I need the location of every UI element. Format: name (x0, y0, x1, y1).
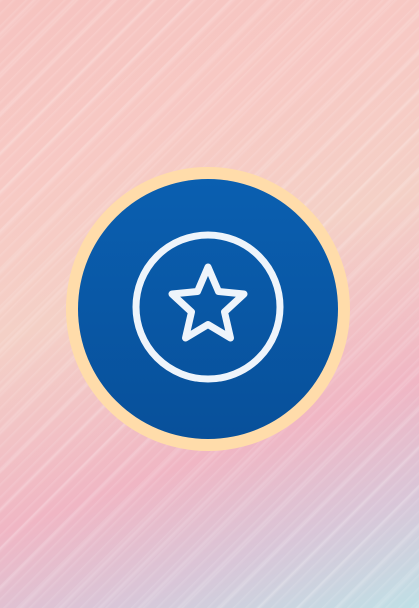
achievement-badge (66, 167, 350, 451)
badge-graphic (66, 167, 350, 451)
badge-inner-disc (78, 179, 338, 439)
gradient-background (0, 0, 419, 608)
